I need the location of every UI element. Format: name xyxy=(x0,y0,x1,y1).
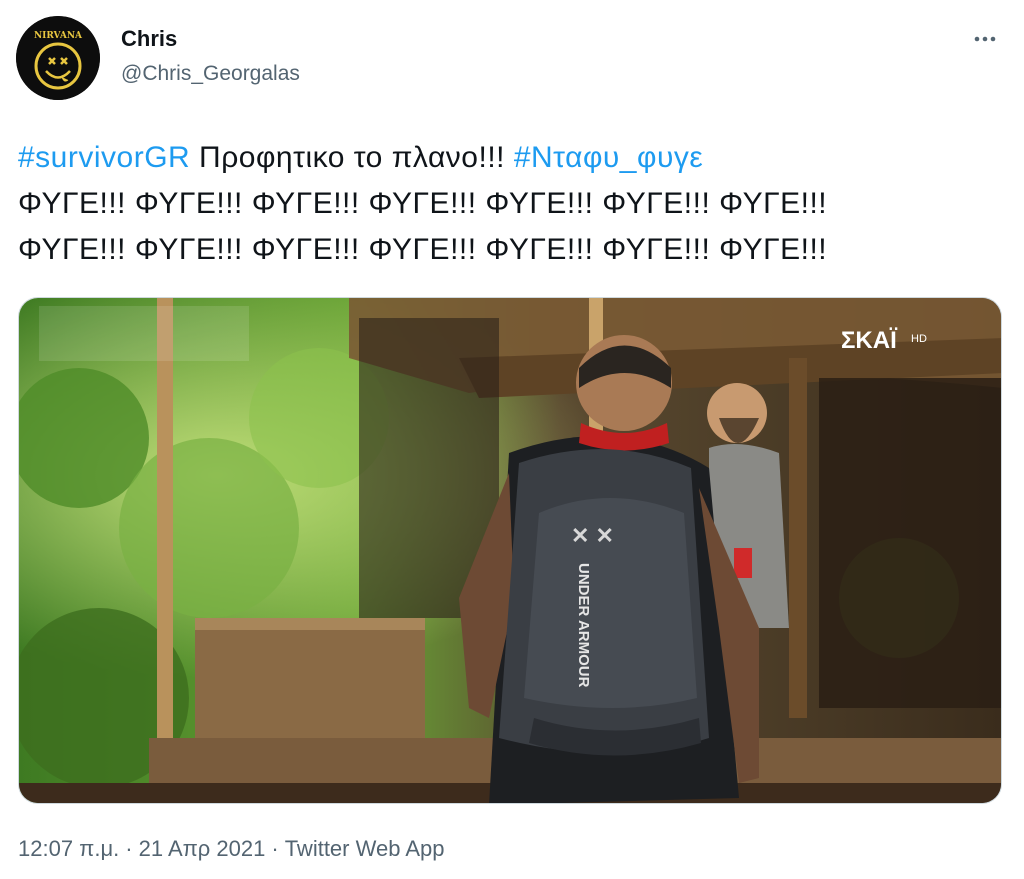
meta-separator: · xyxy=(271,836,279,861)
smiley-face-icon: NIRVANA xyxy=(16,16,100,100)
author-name[interactable]: Chris xyxy=(121,26,177,52)
media-photo: ✕ ✕ UNDER ARMOUR ΣΚΑΪ HD xyxy=(19,298,1001,803)
meta-separator: · xyxy=(125,836,133,861)
tweet-media-image[interactable]: ✕ ✕ UNDER ARMOUR ΣΚΑΪ HD xyxy=(18,297,1002,804)
tweet-timestamp[interactable]: 12:07 π.μ. xyxy=(18,836,119,861)
author-handle[interactable]: @Chris_Georgalas xyxy=(121,62,300,86)
hashtag-link[interactable]: #survivorGR xyxy=(18,141,190,174)
backpack-brand-text: UNDER ARMOUR xyxy=(575,563,592,688)
tweet-text: #survivorGR Προφητικο το πλανο!!! #Νταφυ… xyxy=(18,135,1008,273)
tweet-line-1: #survivorGR Προφητικο το πλανο!!! #Νταφυ… xyxy=(18,135,1008,181)
tweet-card: NIRVANA Chris @Chris_Georgalas #survivor… xyxy=(0,0,1024,879)
tweet-date[interactable]: 21 Απρ 2021 xyxy=(139,836,266,861)
tweet-line-3: ΦΥΓΕ!!! ΦΥΓΕ!!! ΦΥΓΕ!!! ΦΥΓΕ!!! ΦΥΓΕ!!! … xyxy=(18,233,828,266)
tweet-meta: 12:07 π.μ. · 21 Απρ 2021 · Twitter Web App xyxy=(18,836,444,862)
more-horizontal-icon[interactable] xyxy=(970,24,1000,54)
channel-logo-text: ΣΚΑΪ xyxy=(841,327,898,354)
tweet-source[interactable]: Twitter Web App xyxy=(285,836,445,861)
hashtag-link[interactable]: #Νταφυ_φυγε xyxy=(514,141,703,174)
tweet-line-2: ΦΥΓΕ!!! ΦΥΓΕ!!! ΦΥΓΕ!!! ΦΥΓΕ!!! ΦΥΓΕ!!! … xyxy=(18,187,828,220)
more-dots-icon xyxy=(974,36,996,42)
avatar-logo-text: NIRVANA xyxy=(34,31,83,41)
author-avatar[interactable]: NIRVANA xyxy=(16,16,100,100)
tweet-text-fragment: Προφητικο το πλανο!!! xyxy=(190,141,514,174)
channel-logo-suffix: HD xyxy=(911,333,927,345)
backpack-logo-text: ✕ ✕ xyxy=(571,523,614,548)
